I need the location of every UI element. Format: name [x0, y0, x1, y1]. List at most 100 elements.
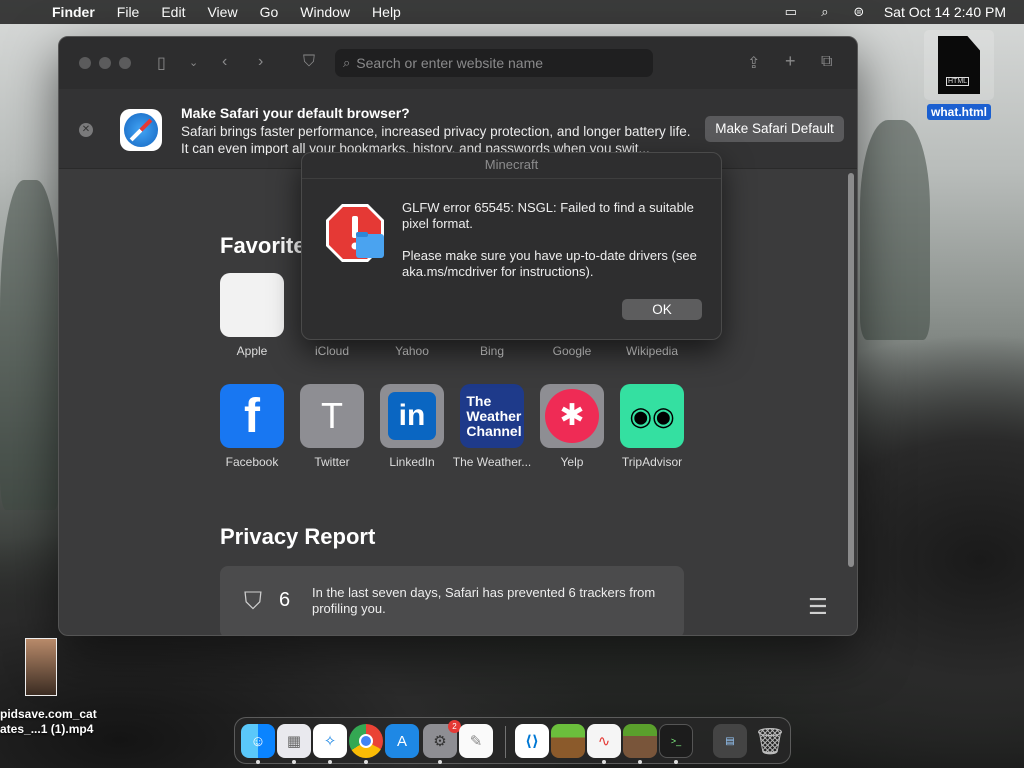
- customize-start-page-icon[interactable]: ☰: [808, 594, 828, 620]
- sidebar-icon[interactable]: ▯: [157, 53, 166, 73]
- minecraft-launcher-icon[interactable]: [551, 724, 585, 758]
- favorite-twitter[interactable]: T Twitter: [292, 384, 372, 469]
- running-indicator: [364, 760, 368, 764]
- minimize-window-button[interactable]: [99, 57, 111, 69]
- dialog-message: GLFW error 65545: NSGL: Failed to find a…: [402, 200, 702, 280]
- menu-file[interactable]: File: [106, 4, 151, 20]
- window-controls: [79, 57, 131, 69]
- background-tree: [0, 180, 60, 510]
- favorite-apple[interactable]: Apple: [212, 273, 292, 358]
- driver-hint-line: Please make sure you have up-to-date dri…: [402, 248, 697, 279]
- downloads-folder-icon[interactable]: ▤: [713, 724, 747, 758]
- error-line: GLFW error 65545: NSGL: Failed to find a…: [402, 200, 694, 231]
- back-icon[interactable]: ‹: [222, 53, 227, 71]
- file-thumbnail: HTML: [924, 30, 994, 100]
- twitter-icon: T: [300, 384, 364, 448]
- favorite-label: Google: [552, 344, 592, 358]
- close-banner-icon[interactable]: ✕: [79, 123, 93, 137]
- vscode-icon[interactable]: ⟨⟩: [515, 724, 549, 758]
- favorite-label: The Weather...: [452, 455, 532, 469]
- favorite-label: Apple: [236, 344, 268, 358]
- tracker-count: 6: [279, 589, 291, 611]
- app-store-icon[interactable]: A: [385, 724, 419, 758]
- system-settings-icon[interactable]: ⚙ 2: [423, 720, 461, 758]
- menu-app-name[interactable]: Finder: [52, 4, 106, 20]
- favorite-label: Yahoo: [395, 344, 429, 358]
- warning-icon: [326, 204, 384, 262]
- chevron-down-icon[interactable]: ⌄: [189, 56, 198, 69]
- terminal-icon[interactable]: >_: [659, 724, 693, 758]
- minecraft-error-dialog: Minecraft GLFW error 65545: NSGL: Failed…: [301, 152, 722, 340]
- control-center-icon[interactable]: ⊜: [842, 4, 876, 20]
- html-document-icon: HTML: [938, 36, 980, 94]
- linkedin-icon: in: [380, 384, 444, 448]
- forward-icon[interactable]: ›: [258, 53, 263, 71]
- video-name-line2: ates_...1 (1).mp4: [0, 722, 94, 736]
- desktop-file-what-html[interactable]: HTML what.html: [922, 30, 996, 121]
- menu-clock[interactable]: Sat Oct 14 2:40 PM: [876, 4, 1024, 20]
- video-file-name: pidsave.com_cat ates_...1 (1).mp4: [0, 707, 104, 737]
- new-tab-icon[interactable]: +: [785, 51, 796, 72]
- favorite-linkedin[interactable]: in LinkedIn: [372, 384, 452, 469]
- tripadvisor-icon: ◉◉: [620, 384, 684, 448]
- favorite-weather-channel[interactable]: The Weather Channel The Weather...: [452, 384, 532, 469]
- favorite-label: Yelp: [560, 455, 584, 469]
- facebook-icon: f: [220, 384, 284, 448]
- finder-icon[interactable]: ☺: [241, 724, 275, 758]
- favorite-label: TripAdvisor: [621, 455, 683, 469]
- favorites-title: Favorite: [220, 233, 306, 258]
- make-default-button[interactable]: Make Safari Default: [705, 116, 844, 142]
- scrollbar[interactable]: [848, 173, 854, 567]
- menu-view[interactable]: View: [196, 4, 248, 20]
- menu-bar: Finder File Edit View Go Window Help ▭ ⌕…: [0, 0, 1024, 24]
- freeform-icon[interactable]: ∿: [587, 724, 621, 758]
- close-window-button[interactable]: [79, 57, 91, 69]
- dialog-title: Minecraft: [302, 153, 721, 179]
- running-indicator: [438, 760, 442, 764]
- menu-go[interactable]: Go: [249, 4, 290, 20]
- privacy-report-card[interactable]: ⛉ 6 In the last seven days, Safari has p…: [220, 566, 684, 635]
- video-thumbnail: [25, 638, 57, 696]
- favorite-label: iCloud: [314, 344, 350, 358]
- launchpad-icon[interactable]: ▦: [277, 724, 311, 758]
- desktop-file-video[interactable]: pidsave.com_cat ates_...1 (1).mp4: [0, 638, 104, 737]
- textedit-icon[interactable]: ✎: [459, 724, 493, 758]
- privacy-report-title: Privacy Report: [220, 524, 376, 549]
- file-name-label: what.html: [927, 104, 991, 120]
- menu-edit[interactable]: Edit: [150, 4, 196, 20]
- address-bar[interactable]: ⌕ Search or enter website name: [335, 49, 653, 77]
- chrome-icon[interactable]: [349, 724, 383, 758]
- banner-title: Make Safari your default browser?: [181, 105, 410, 121]
- privacy-report-text: In the last seven days, Safari has preve…: [312, 585, 656, 616]
- favorite-tripadvisor[interactable]: ◉◉ TripAdvisor: [612, 384, 692, 469]
- privacy-shield-icon[interactable]: ⛉: [303, 53, 315, 71]
- screen-mirroring-icon[interactable]: ▭: [774, 4, 808, 20]
- favorite-label: Wikipedia: [625, 344, 679, 358]
- menu-window[interactable]: Window: [289, 4, 361, 20]
- favorite-yelp[interactable]: ✱ Yelp: [532, 384, 612, 469]
- trash-icon[interactable]: 🗑: [753, 724, 787, 758]
- safari-toolbar: ▯ ⌄ ‹ › ⛉ ⌕ Search or enter website name…: [59, 37, 857, 89]
- share-icon[interactable]: ⇪: [747, 53, 760, 73]
- menu-help[interactable]: Help: [361, 4, 412, 20]
- apple-logo-icon: [220, 273, 284, 337]
- minecraft-icon[interactable]: [623, 724, 657, 758]
- yelp-icon: ✱: [540, 384, 604, 448]
- tab-overview-icon[interactable]: ⧉: [821, 53, 832, 71]
- safari-icon[interactable]: ✧: [313, 724, 347, 758]
- running-indicator: [256, 760, 260, 764]
- favorite-label: Bing: [479, 344, 505, 358]
- weather-channel-icon: The Weather Channel: [460, 384, 524, 448]
- background-tree: [860, 120, 930, 340]
- favorite-facebook[interactable]: f Facebook: [212, 384, 292, 469]
- zoom-window-button[interactable]: [119, 57, 131, 69]
- spotlight-search-icon[interactable]: ⌕: [808, 4, 842, 20]
- ok-button[interactable]: OK: [622, 299, 702, 320]
- address-placeholder: Search or enter website name: [356, 55, 544, 71]
- favorite-label: Twitter: [314, 455, 350, 469]
- dock: ☺ ▦ ✧ A ⚙ 2 ✎ ⟨⟩ ∿ >_ ▤ 🗑: [234, 717, 791, 764]
- running-indicator: [638, 760, 642, 764]
- banner-text: Safari brings faster performance, increa…: [181, 124, 691, 155]
- running-indicator: [602, 760, 606, 764]
- favorite-label: Facebook: [225, 455, 279, 469]
